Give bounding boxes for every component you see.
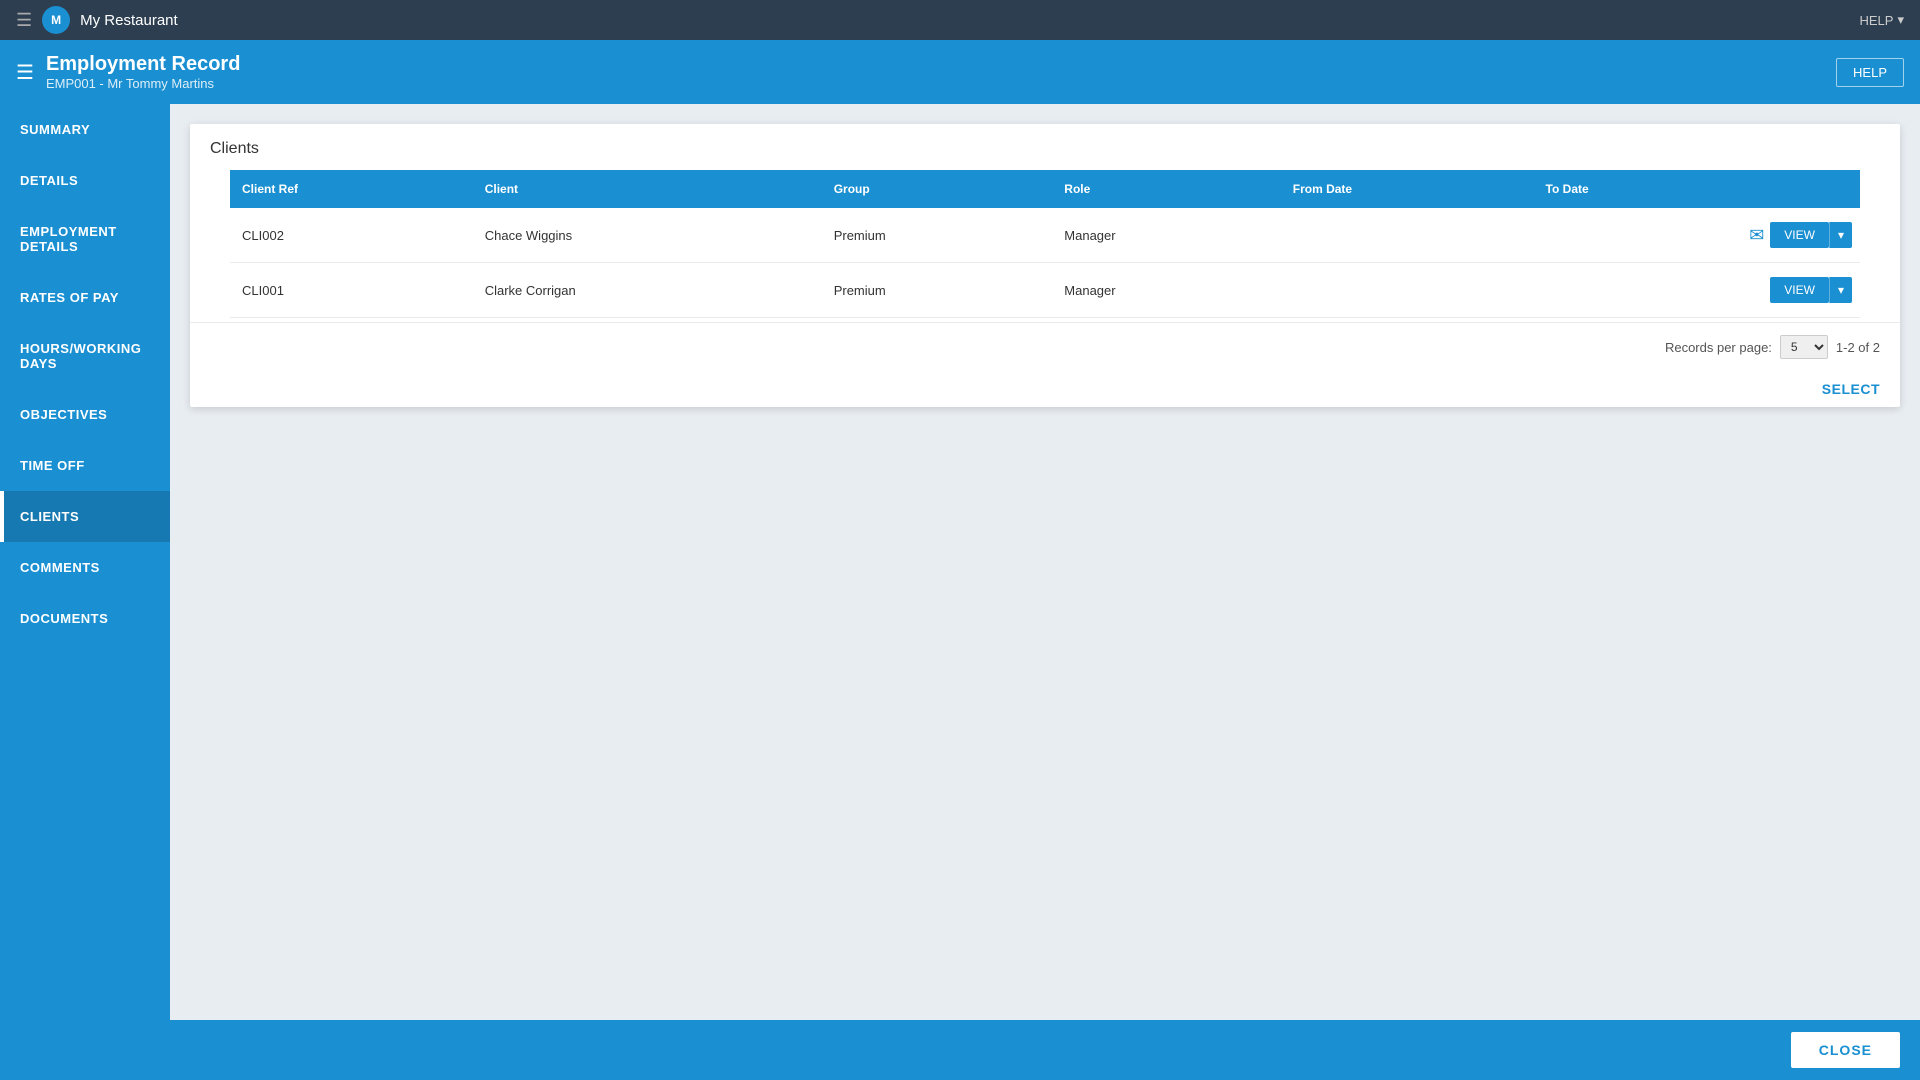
sidebar-item-rates-of-pay[interactable]: RATES OF PAY	[0, 272, 170, 323]
bottom-bar: CLOSE	[170, 1020, 1920, 1080]
page-subtitle: EMP001 - Mr Tommy Martins	[46, 76, 240, 91]
cell-actions: ✉ VIEW▾	[1737, 208, 1860, 263]
close-button[interactable]: CLOSE	[1791, 1032, 1900, 1068]
view-btn-group: VIEW▾	[1770, 277, 1852, 303]
view-dropdown-button[interactable]: ▾	[1829, 277, 1852, 303]
sidebar-item-details[interactable]: DETAILS	[0, 155, 170, 206]
sidebar-item-summary[interactable]: SUMMARY	[0, 104, 170, 155]
clients-card: Clients Client Ref Client Group	[190, 124, 1900, 407]
sidebar-item-hours-working-days[interactable]: HOURS/WORKING DAYS	[0, 323, 170, 389]
sidebar-item-employment-details[interactable]: EMPLOYMENT DETAILS	[0, 206, 170, 272]
col-header-client: Client	[473, 170, 822, 208]
select-button[interactable]: SELECT	[1822, 381, 1880, 397]
sidebar-item-comments[interactable]: COMMENTS	[0, 542, 170, 593]
records-per-page-select[interactable]: 5 10 25	[1780, 335, 1828, 359]
chevron-down-icon: ▾	[1897, 12, 1904, 28]
menu-icon[interactable]: ☰	[16, 60, 34, 85]
col-header-actions	[1737, 170, 1860, 208]
cell-from-date	[1281, 208, 1534, 263]
top-navbar: ☰ M My Restaurant HELP ▾	[0, 0, 1920, 40]
col-header-from-date: From Date	[1281, 170, 1534, 208]
sidebar-item-objectives[interactable]: OBJECTIVES	[0, 389, 170, 440]
cell-client-ref: CLI001	[230, 263, 473, 318]
pagination-range: 1-2 of 2	[1836, 340, 1880, 355]
select-row: SELECT	[190, 371, 1900, 407]
clients-table: Client Ref Client Group Role	[230, 170, 1860, 318]
cell-client: Chace Wiggins	[473, 208, 822, 263]
col-header-group: Group	[822, 170, 1053, 208]
hamburger-icon[interactable]: ☰	[16, 10, 32, 31]
cell-client-ref: CLI002	[230, 208, 473, 263]
cell-actions: VIEW▾	[1737, 263, 1860, 318]
top-help-button[interactable]: HELP ▾	[1860, 12, 1905, 28]
page-title: Employment Record	[46, 53, 240, 76]
table-row: CLI001 Clarke Corrigan Premium Manager V…	[230, 263, 1860, 318]
view-dropdown-button[interactable]: ▾	[1829, 222, 1852, 248]
cell-client: Clarke Corrigan	[473, 263, 822, 318]
col-header-client-ref: Client Ref	[230, 170, 473, 208]
view-button[interactable]: VIEW	[1770, 277, 1829, 303]
cell-group: Premium	[822, 208, 1053, 263]
col-header-to-date: To Date	[1534, 170, 1738, 208]
cell-group: Premium	[822, 263, 1053, 318]
col-header-role: Role	[1052, 170, 1280, 208]
header-help-button[interactable]: HELP	[1836, 58, 1904, 87]
app-title: My Restaurant	[80, 12, 178, 29]
sidebar-item-documents[interactable]: DOCUMENTS	[0, 593, 170, 644]
main-layout: SUMMARY DETAILS EMPLOYMENT DETAILS RATES…	[0, 104, 1920, 1080]
app-logo: M	[42, 6, 70, 34]
sidebar-item-clients[interactable]: CLIENTS	[0, 491, 170, 542]
view-btn-group: VIEW▾	[1770, 222, 1852, 248]
header-bar: ☰ Employment Record EMP001 - Mr Tommy Ma…	[0, 40, 1920, 104]
cell-to-date	[1534, 263, 1738, 318]
table-row: CLI002 Chace Wiggins Premium Manager ✉ V…	[230, 208, 1860, 263]
view-button[interactable]: VIEW	[1770, 222, 1829, 248]
comment-icon[interactable]: ✉	[1749, 225, 1764, 246]
cell-to-date	[1534, 208, 1738, 263]
content-area: Clients Client Ref Client Group	[170, 104, 1920, 1080]
sidebar: SUMMARY DETAILS EMPLOYMENT DETAILS RATES…	[0, 104, 170, 1080]
cell-role: Manager	[1052, 263, 1280, 318]
cell-role: Manager	[1052, 208, 1280, 263]
clients-card-title: Clients	[190, 124, 1900, 170]
records-per-page-label: Records per page:	[1665, 340, 1772, 355]
pagination-row: Records per page: 5 10 25 1-2 of 2	[190, 322, 1900, 371]
sidebar-item-time-off[interactable]: TIME OFF	[0, 440, 170, 491]
cell-from-date	[1281, 263, 1534, 318]
